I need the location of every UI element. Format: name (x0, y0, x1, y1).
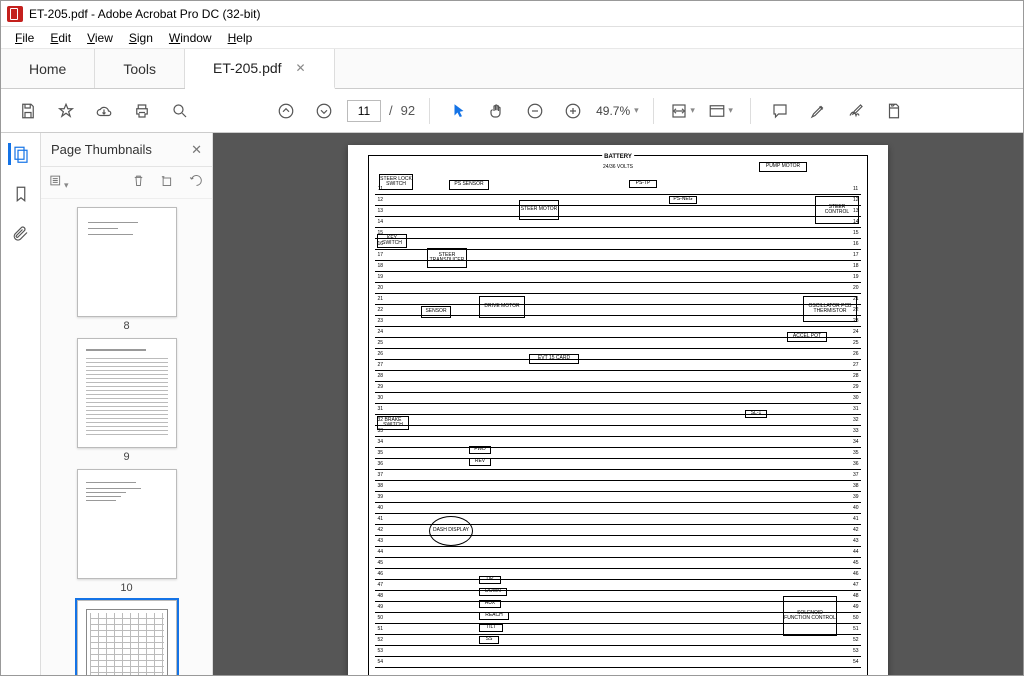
zoom-out-icon[interactable] (520, 96, 550, 126)
titlebar: ET-205.pdf - Adobe Acrobat Pro DC (32-bi… (1, 1, 1023, 27)
zoom-in-icon[interactable] (558, 96, 588, 126)
thumbnail-8[interactable]: 8 (77, 207, 177, 332)
cloud-icon[interactable] (89, 96, 119, 126)
page-total: 92 (401, 103, 415, 118)
thumb-rotate-left-icon[interactable] (160, 173, 175, 193)
workspace: Page Thumbnails ✕ ▾ 8 9 (1, 133, 1023, 675)
thumbnails-panel: Page Thumbnails ✕ ▾ 8 9 (41, 133, 213, 675)
comment-icon[interactable] (765, 96, 795, 126)
star-icon[interactable] (51, 96, 81, 126)
menu-view[interactable]: View (81, 29, 119, 47)
tab-home[interactable]: Home (1, 49, 95, 88)
thumbnail-11[interactable]: 11 (77, 600, 177, 675)
more-tools-icon[interactable] (879, 96, 909, 126)
thumbnails-rail-icon[interactable] (8, 143, 30, 165)
menu-edit[interactable]: Edit (44, 29, 77, 47)
window-title: ET-205.pdf - Adobe Acrobat Pro DC (32-bi… (29, 7, 260, 21)
print-icon[interactable] (127, 96, 157, 126)
panel-close-icon[interactable]: ✕ (191, 142, 202, 158)
toolbar: / 92 49.7%▾ ▾ ▾ (1, 89, 1023, 133)
search-icon[interactable] (165, 96, 195, 126)
document-viewer[interactable]: BATTERY 24/36 VOLTS PUMP MOTOR STEER LOC… (213, 133, 1023, 675)
pdf-icon (7, 6, 23, 22)
read-mode-icon[interactable]: ▾ (706, 96, 736, 126)
tab-tools[interactable]: Tools (95, 49, 185, 88)
thumb-undo-icon[interactable] (189, 173, 204, 193)
menu-sign[interactable]: Sign (123, 29, 159, 47)
page-canvas: BATTERY 24/36 VOLTS PUMP MOTOR STEER LOC… (348, 145, 888, 675)
thumbnails-list[interactable]: 8 9 10 11 (41, 199, 212, 675)
thumbnail-9[interactable]: 9 (77, 338, 177, 463)
tab-document[interactable]: ET-205.pdf ✕ (185, 49, 335, 89)
hand-tool-icon[interactable] (482, 96, 512, 126)
menu-window[interactable]: Window (163, 29, 218, 47)
bookmark-rail-icon[interactable] (10, 183, 32, 205)
thumb-options-icon[interactable]: ▾ (49, 173, 69, 193)
sign-icon[interactable] (841, 96, 871, 126)
attachment-rail-icon[interactable] (10, 223, 32, 245)
thumbnails-title: Page Thumbnails (51, 142, 152, 157)
menubar: File Edit View Sign Window Help (1, 27, 1023, 49)
highlight-icon[interactable] (803, 96, 833, 126)
select-tool-icon[interactable] (444, 96, 474, 126)
page-sep: / (389, 103, 393, 118)
tabbar: Home Tools ET-205.pdf ✕ (1, 49, 1023, 89)
close-icon[interactable]: ✕ (296, 61, 306, 75)
menu-file[interactable]: File (9, 29, 40, 47)
page-number-input[interactable] (347, 100, 381, 122)
fit-width-icon[interactable]: ▾ (668, 96, 698, 126)
thumbnails-toolbar: ▾ (41, 167, 212, 199)
thumb-delete-icon[interactable] (131, 173, 146, 193)
page-up-icon[interactable] (271, 96, 301, 126)
thumbnail-10[interactable]: 10 (77, 469, 177, 594)
zoom-select[interactable]: 49.7%▾ (596, 100, 639, 122)
nav-rail (1, 133, 41, 675)
page-down-icon[interactable] (309, 96, 339, 126)
save-icon[interactable] (13, 96, 43, 126)
menu-help[interactable]: Help (222, 29, 259, 47)
schematic-diagram: BATTERY 24/36 VOLTS PUMP MOTOR STEER LOC… (368, 155, 868, 675)
